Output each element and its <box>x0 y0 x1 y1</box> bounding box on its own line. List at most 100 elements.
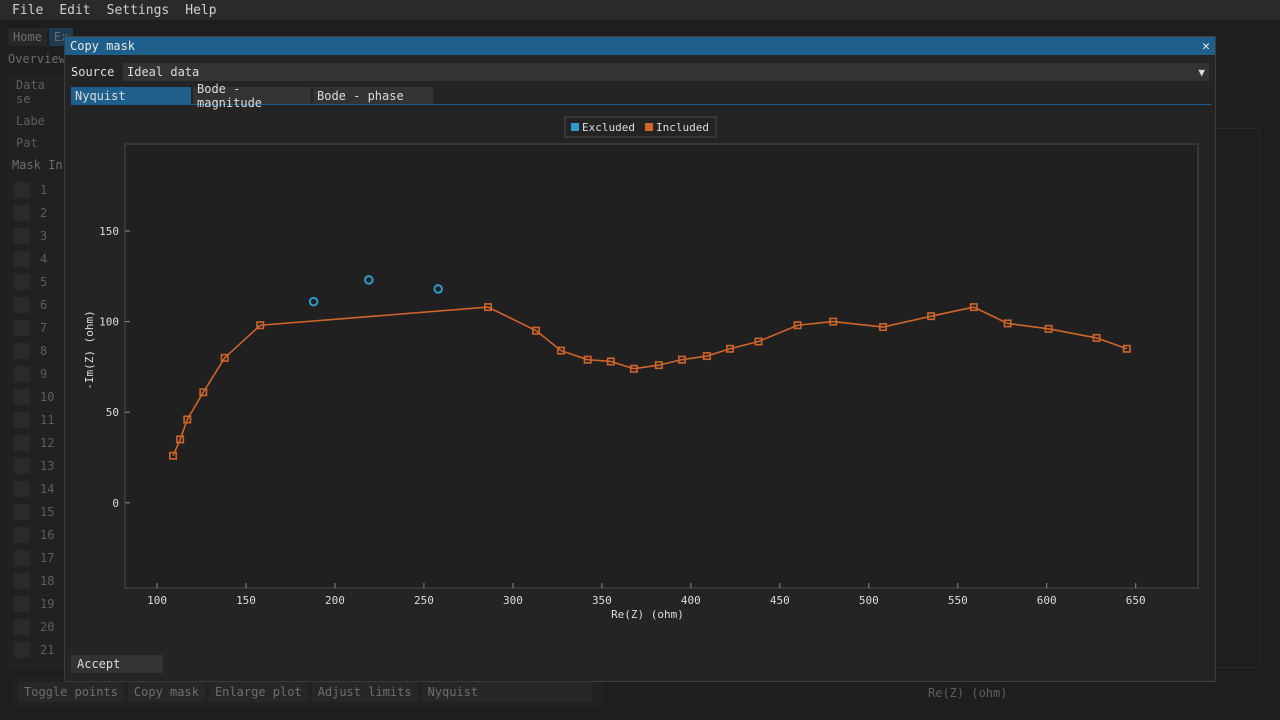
y-axis-label: -Im(Z) (ohm) <box>83 310 96 389</box>
x-axis-label: Re(Z) (ohm) <box>611 608 684 621</box>
bg-row-checkbox[interactable] <box>14 618 30 635</box>
dialog-title: Copy mask <box>70 39 136 53</box>
bg-table-row: 3 <box>8 224 66 247</box>
close-icon[interactable]: ✕ <box>1202 39 1210 54</box>
plot-tab-bar: Nyquist Bode - magnitude Bode - phase <box>71 82 1211 110</box>
bg-adjust-limits-checkbox[interactable]: Adjust limits <box>311 682 418 702</box>
bg-table-row: 15 <box>8 500 66 523</box>
menu-file[interactable]: File <box>4 3 51 18</box>
bg-row-checkbox[interactable] <box>14 342 30 359</box>
legend-label-excluded: Excluded <box>582 121 635 134</box>
x-tick-label: 550 <box>948 594 968 607</box>
x-tick-label: 450 <box>770 594 790 607</box>
bg-enlarge-plot-button[interactable]: Enlarge plot <box>208 682 308 702</box>
bg-row-checkbox[interactable] <box>14 319 30 336</box>
bg-table-row: 2 <box>8 201 66 224</box>
bg-table-row: 9 <box>8 362 66 385</box>
bg-row-checkbox[interactable] <box>14 641 30 658</box>
bg-table-header: Mask In <box>12 158 63 172</box>
bg-row-index: 19 <box>40 596 55 611</box>
bg-data-panel: Data se Labe Pat <box>8 74 68 164</box>
nyquist-chart[interactable]: 100 150 200 250 300 350 400 450 500 550 600 650 0 50 1… <box>65 109 1215 629</box>
legend-label-included: Included <box>656 121 709 134</box>
bg-row-checkbox[interactable] <box>14 227 30 244</box>
bg-plot-xlabel: Re(Z) (ohm) <box>928 686 1008 700</box>
bg-row-index: 17 <box>40 550 55 565</box>
menu-help[interactable]: Help <box>177 3 224 18</box>
bg-row-checkbox[interactable] <box>14 480 30 497</box>
bg-row-checkbox[interactable] <box>14 250 30 267</box>
bg-row-checkbox[interactable] <box>14 549 30 566</box>
y-tick-label: 0 <box>112 497 119 510</box>
source-row: Source Ideal data ▼ <box>71 63 1209 81</box>
x-tick-label: 100 <box>147 594 167 607</box>
bg-row-index: 20 <box>40 619 55 634</box>
bg-row-checkbox[interactable] <box>14 572 30 589</box>
bg-table-row: 8 <box>8 339 66 362</box>
bg-row-index: 5 <box>40 274 48 289</box>
x-tick-label: 400 <box>681 594 701 607</box>
bg-row-index: 7 <box>40 320 48 335</box>
bg-panel-label: Pat <box>16 136 38 150</box>
bg-row-checkbox[interactable] <box>14 204 30 221</box>
bg-tab-home[interactable]: Home <box>8 28 47 46</box>
bg-plot-type-select[interactable]: Nyquist <box>421 682 592 702</box>
bg-panel-label: Labe <box>16 114 45 128</box>
bg-table-row: 5 <box>8 270 66 293</box>
source-label: Source <box>71 65 115 79</box>
x-tick-label: 150 <box>236 594 256 607</box>
tab-bode-phase[interactable]: Bode - phase <box>313 87 433 104</box>
chart-legend: Excluded Included <box>564 116 717 138</box>
bg-table-row: 20 <box>8 615 66 638</box>
copy-mask-dialog: Copy mask ✕ Source Ideal data ▼ Nyquist … <box>64 36 1216 682</box>
bg-table-row: 10 <box>8 385 66 408</box>
tab-bode-magnitude[interactable]: Bode - magnitude <box>193 82 311 110</box>
bg-row-checkbox[interactable] <box>14 503 30 520</box>
menu-settings[interactable]: Settings <box>99 3 178 18</box>
legend-swatch-excluded <box>571 123 579 131</box>
bg-row-checkbox[interactable] <box>14 365 30 382</box>
bg-row-checkbox[interactable] <box>14 595 30 612</box>
source-select[interactable]: Ideal data ▼ <box>123 63 1209 81</box>
bg-row-checkbox[interactable] <box>14 181 30 198</box>
bg-row-index: 11 <box>40 412 55 427</box>
bg-row-index: 10 <box>40 389 55 404</box>
accept-button[interactable]: Accept <box>71 655 163 673</box>
bg-row-checkbox[interactable] <box>14 411 30 428</box>
y-tick-label: 150 <box>99 225 119 238</box>
bg-toggle-points-button[interactable]: Toggle points <box>18 682 124 702</box>
bg-mask-table: Mask In 1 2 3 4 5 6 7 8 9 10 11 12 13 14 15 16 17 18 19 20 2… <box>8 158 66 670</box>
bg-table-row: 4 <box>8 247 66 270</box>
bg-subtab-overview[interactable]: Overview <box>8 52 66 66</box>
bg-table-row: 19 <box>8 592 66 615</box>
bg-row-checkbox[interactable] <box>14 434 30 451</box>
y-tick-label: 100 <box>99 316 119 329</box>
bg-row-index: 15 <box>40 504 55 519</box>
bg-row-checkbox[interactable] <box>14 273 30 290</box>
menu-bar: File Edit Settings Help <box>0 0 1280 20</box>
x-tick-label: 650 <box>1126 594 1146 607</box>
tab-nyquist[interactable]: Nyquist <box>71 87 191 104</box>
bg-row-checkbox[interactable] <box>14 296 30 313</box>
bg-row-index: 8 <box>40 343 48 358</box>
dialog-titlebar[interactable]: Copy mask ✕ <box>65 37 1215 55</box>
bg-table-row: 13 <box>8 454 66 477</box>
bg-table-row: 12 <box>8 431 66 454</box>
bg-panel-label: Data se <box>16 78 45 106</box>
nyquist-plot[interactable]: 100 150 200 250 300 350 400 450 500 550 600 650 0 50 1… <box>65 109 1215 629</box>
x-tick-label: 350 <box>592 594 612 607</box>
menu-edit[interactable]: Edit <box>51 3 98 18</box>
bg-table-row: 14 <box>8 477 66 500</box>
bg-row-index: 12 <box>40 435 55 450</box>
y-tick-label: 50 <box>106 406 119 419</box>
bg-row-checkbox[interactable] <box>14 457 30 474</box>
bg-row-checkbox[interactable] <box>14 526 30 543</box>
legend-swatch-included <box>645 123 653 131</box>
bg-row-index: 18 <box>40 573 55 588</box>
bg-row-index: 21 <box>40 642 55 657</box>
x-tick-label: 250 <box>414 594 434 607</box>
bg-copy-mask-button[interactable]: Copy mask <box>127 682 205 702</box>
bg-row-checkbox[interactable] <box>14 388 30 405</box>
bg-row-index: 3 <box>40 228 48 243</box>
bg-row-index: 16 <box>40 527 55 542</box>
